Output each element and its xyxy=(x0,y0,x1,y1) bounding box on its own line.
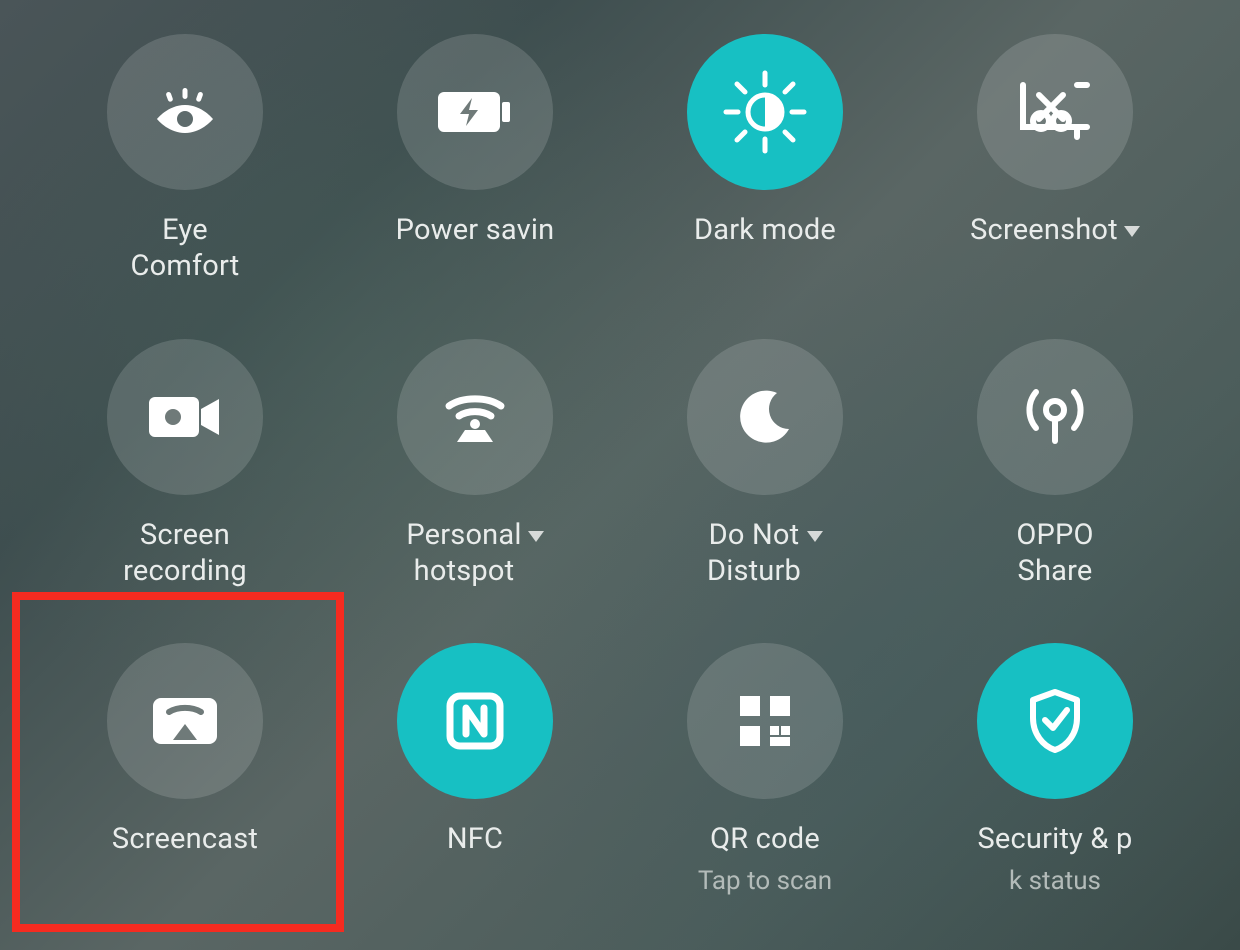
tile-label: Personal hotspot xyxy=(406,517,521,590)
tile-label: Dark mode xyxy=(694,212,836,248)
tile-label: NFC xyxy=(447,821,503,857)
screencast-icon xyxy=(107,643,263,799)
tile-label: Security & p xyxy=(978,821,1133,857)
tile-nfc[interactable]: NFC xyxy=(330,625,620,930)
tile-qr-code[interactable]: QR code Tap to scan xyxy=(620,625,910,930)
tile-screen-recording[interactable]: Screen recording xyxy=(40,321,330,626)
tile-eye-comfort[interactable]: Eye Comfort xyxy=(40,16,330,321)
tile-label: Do Not Disturb xyxy=(707,517,801,590)
battery-charge-icon xyxy=(397,34,553,190)
tile-do-not-disturb[interactable]: Do Not Disturb xyxy=(620,321,910,626)
moon-icon xyxy=(687,339,843,495)
tile-security[interactable]: Security & p k status xyxy=(910,625,1200,930)
hotspot-icon xyxy=(397,339,553,495)
antenna-icon xyxy=(977,339,1133,495)
tile-label: OPPO Share xyxy=(1016,517,1093,590)
chevron-down-icon[interactable] xyxy=(1124,226,1140,237)
tile-sublabel: Tap to scan xyxy=(698,866,832,897)
shield-icon xyxy=(977,643,1133,799)
tile-label: QR code xyxy=(710,821,820,857)
chevron-down-icon[interactable] xyxy=(807,531,823,542)
tile-label: Screenshot xyxy=(970,212,1118,248)
tile-label: Screencast xyxy=(112,821,258,857)
nfc-icon xyxy=(397,643,553,799)
tile-sublabel: k status xyxy=(1009,866,1101,897)
chevron-down-icon[interactable] xyxy=(528,531,544,542)
tile-label: Eye Comfort xyxy=(131,212,240,285)
tile-personal-hotspot[interactable]: Personal hotspot xyxy=(330,321,620,626)
tile-screenshot[interactable]: Screenshot xyxy=(910,16,1200,321)
tile-label: Screen recording xyxy=(123,517,247,590)
tile-oppo-share[interactable]: OPPO Share xyxy=(910,321,1200,626)
qr-code-icon xyxy=(687,643,843,799)
tile-dark-mode[interactable]: Dark mode xyxy=(620,16,910,321)
quick-settings-panel: Eye Comfort Power savin xyxy=(0,0,1240,950)
brightness-icon xyxy=(687,34,843,190)
tile-screencast[interactable]: Screencast xyxy=(40,625,330,930)
scissors-crop-icon xyxy=(977,34,1133,190)
tile-label: Power savin xyxy=(396,212,555,248)
eye-icon xyxy=(107,34,263,190)
video-camera-icon xyxy=(107,339,263,495)
tile-power-saving[interactable]: Power savin xyxy=(330,16,620,321)
